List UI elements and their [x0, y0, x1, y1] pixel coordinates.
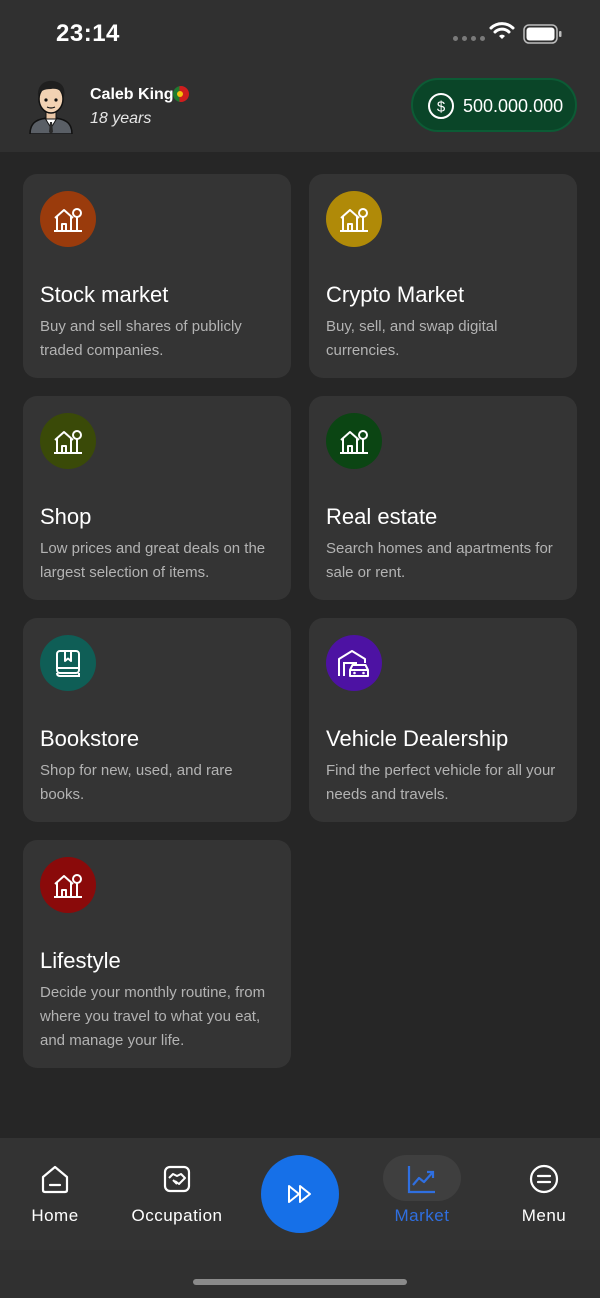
- nav-label: Menu: [521, 1206, 567, 1225]
- house-tree-icon: [326, 191, 382, 247]
- garage-car-icon: [326, 635, 382, 691]
- card-description: Buy, sell, and swap digital currencies.: [326, 318, 498, 359]
- house-tree-icon: [40, 857, 96, 913]
- user-name: Caleb King: [90, 86, 174, 103]
- card-bookstore[interactable]: Bookstore Shop for new, used, and rare b…: [23, 618, 291, 822]
- menu-icon: [528, 1162, 560, 1196]
- card-shop[interactable]: Shop Low prices and great deals on the l…: [23, 396, 291, 600]
- nav-home[interactable]: Home: [15, 1138, 95, 1250]
- wifi-icon: [489, 22, 515, 39]
- fast-forward-icon: [288, 1185, 311, 1203]
- card-vehicle-dealership[interactable]: Vehicle Dealership Find the perfect vehi…: [309, 618, 577, 822]
- house-tree-icon: [40, 191, 96, 247]
- card-title: Vehicle Dealership: [326, 726, 509, 751]
- nav-label: Market: [394, 1206, 450, 1225]
- handshake-icon: [161, 1162, 193, 1196]
- nav-menu[interactable]: Menu: [504, 1138, 584, 1250]
- nav-market[interactable]: Market: [372, 1138, 472, 1250]
- home-indicator[interactable]: [193, 1279, 407, 1285]
- status-bar: 23:14: [0, 0, 600, 70]
- card-description: Shop for new, used, and rare books.: [40, 762, 233, 803]
- card-description: Decide your monthly routine, from where …: [40, 984, 266, 1049]
- card-title: Real estate: [326, 504, 438, 529]
- battery-icon: [523, 24, 562, 44]
- card-title: Bookstore: [40, 726, 140, 751]
- home-indicator-area: [0, 1250, 600, 1298]
- card-description: Search homes and apartments for sale or …: [326, 540, 553, 581]
- nav-occupation[interactable]: Occupation: [117, 1138, 237, 1250]
- card-stock-market[interactable]: Stock market Buy and sell shares of publ…: [23, 174, 291, 378]
- fast-forward-button[interactable]: [261, 1155, 339, 1233]
- dollar-coin-icon: $: [428, 93, 454, 119]
- card-description: Low prices and great deals on the larges…: [40, 540, 266, 581]
- card-title: Crypto Market: [326, 282, 465, 307]
- bottom-nav: Home Occupation Market Menu: [0, 1138, 600, 1250]
- signal-dots-icon: [453, 36, 485, 41]
- book-icon: [40, 635, 96, 691]
- card-crypto-market[interactable]: Crypto Market Buy, sell, and swap digita…: [309, 174, 577, 378]
- card-real-estate[interactable]: Real estate Search homes and apartments …: [309, 396, 577, 600]
- nav-label: Occupation: [131, 1206, 223, 1225]
- card-lifestyle[interactable]: Lifestyle Decide your monthly routine, f…: [23, 840, 291, 1068]
- user-age: 18 years: [90, 110, 152, 127]
- svg-text:$: $: [437, 99, 446, 116]
- card-title: Shop: [40, 504, 92, 529]
- house-tree-icon: [326, 413, 382, 469]
- card-description: Buy and sell shares of publicly traded c…: [40, 318, 242, 359]
- house-tree-icon: [40, 413, 96, 469]
- card-description: Find the perfect vehicle for all your ne…: [326, 762, 556, 803]
- portugal-flag-icon: [173, 86, 189, 102]
- nav-label: Home: [31, 1206, 79, 1225]
- status-time: 23:14: [56, 20, 120, 47]
- balance-button[interactable]: $ 500.000.000: [411, 78, 577, 132]
- profile-header: Caleb King 18 years $ 500.000.000: [0, 70, 600, 152]
- chart-trend-icon: [406, 1162, 438, 1196]
- avatar-icon[interactable]: [26, 78, 76, 134]
- card-title: Lifestyle: [40, 948, 121, 973]
- balance-amount: 500.000.000: [463, 96, 564, 116]
- home-icon: [39, 1162, 71, 1196]
- card-title: Stock market: [40, 282, 169, 307]
